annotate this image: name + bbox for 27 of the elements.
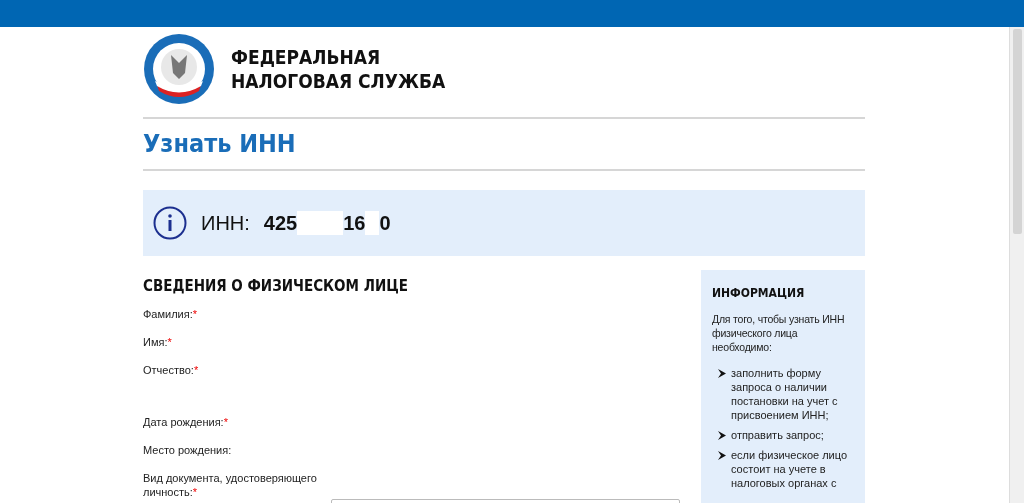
chevron-bullet-icon	[718, 369, 726, 378]
redaction-block	[297, 211, 344, 235]
logo-text: ФЕДЕРАЛЬНАЯ	[231, 45, 382, 69]
section-heading: СВЕДЕНИЯ О ФИЗИЧЕСКОМ ЛИЦЕ	[143, 277, 409, 295]
sidebar-heading: ИНФОРМАЦИЯ	[712, 286, 806, 300]
sidebar-text: Для того, чтобы узнать ИНН физического лица необходимо:	[712, 312, 846, 354]
inn-label: ИНН:	[201, 211, 250, 235]
inn-value: 425	[263, 211, 298, 235]
field-label: Место рождения:	[143, 443, 233, 457]
logo-text: НАЛОГОВАЯ СЛУЖБА	[231, 69, 446, 93]
redaction-block	[365, 211, 380, 235]
scrollbar[interactable]	[1009, 27, 1024, 503]
chevron-bullet-icon	[718, 451, 726, 460]
sidebar-list-item: заполнить форму запроса о наличии постановки на учет с присвоением ИНН;	[731, 366, 839, 422]
emblem-logo-icon	[143, 33, 215, 105]
field-label: Вид документа, удостоверяющего личность:*	[143, 471, 318, 499]
field-label: Имя:*	[143, 335, 173, 349]
inn-value: 16	[343, 211, 366, 235]
info-icon	[153, 206, 187, 240]
sidebar-list-item: отправить запрос;	[731, 428, 824, 442]
field-label: Дата рождения:*	[143, 415, 229, 429]
chevron-bullet-icon	[718, 431, 726, 440]
field-label: Отчество:*	[143, 363, 200, 377]
field-label: Фамилия:*	[143, 307, 199, 321]
inn-value: 0	[379, 211, 391, 235]
page-title: Узнать ИНН	[143, 119, 865, 171]
sidebar-list-item: если физическое лицо состоит на учете в налоговых органах с	[731, 448, 849, 490]
